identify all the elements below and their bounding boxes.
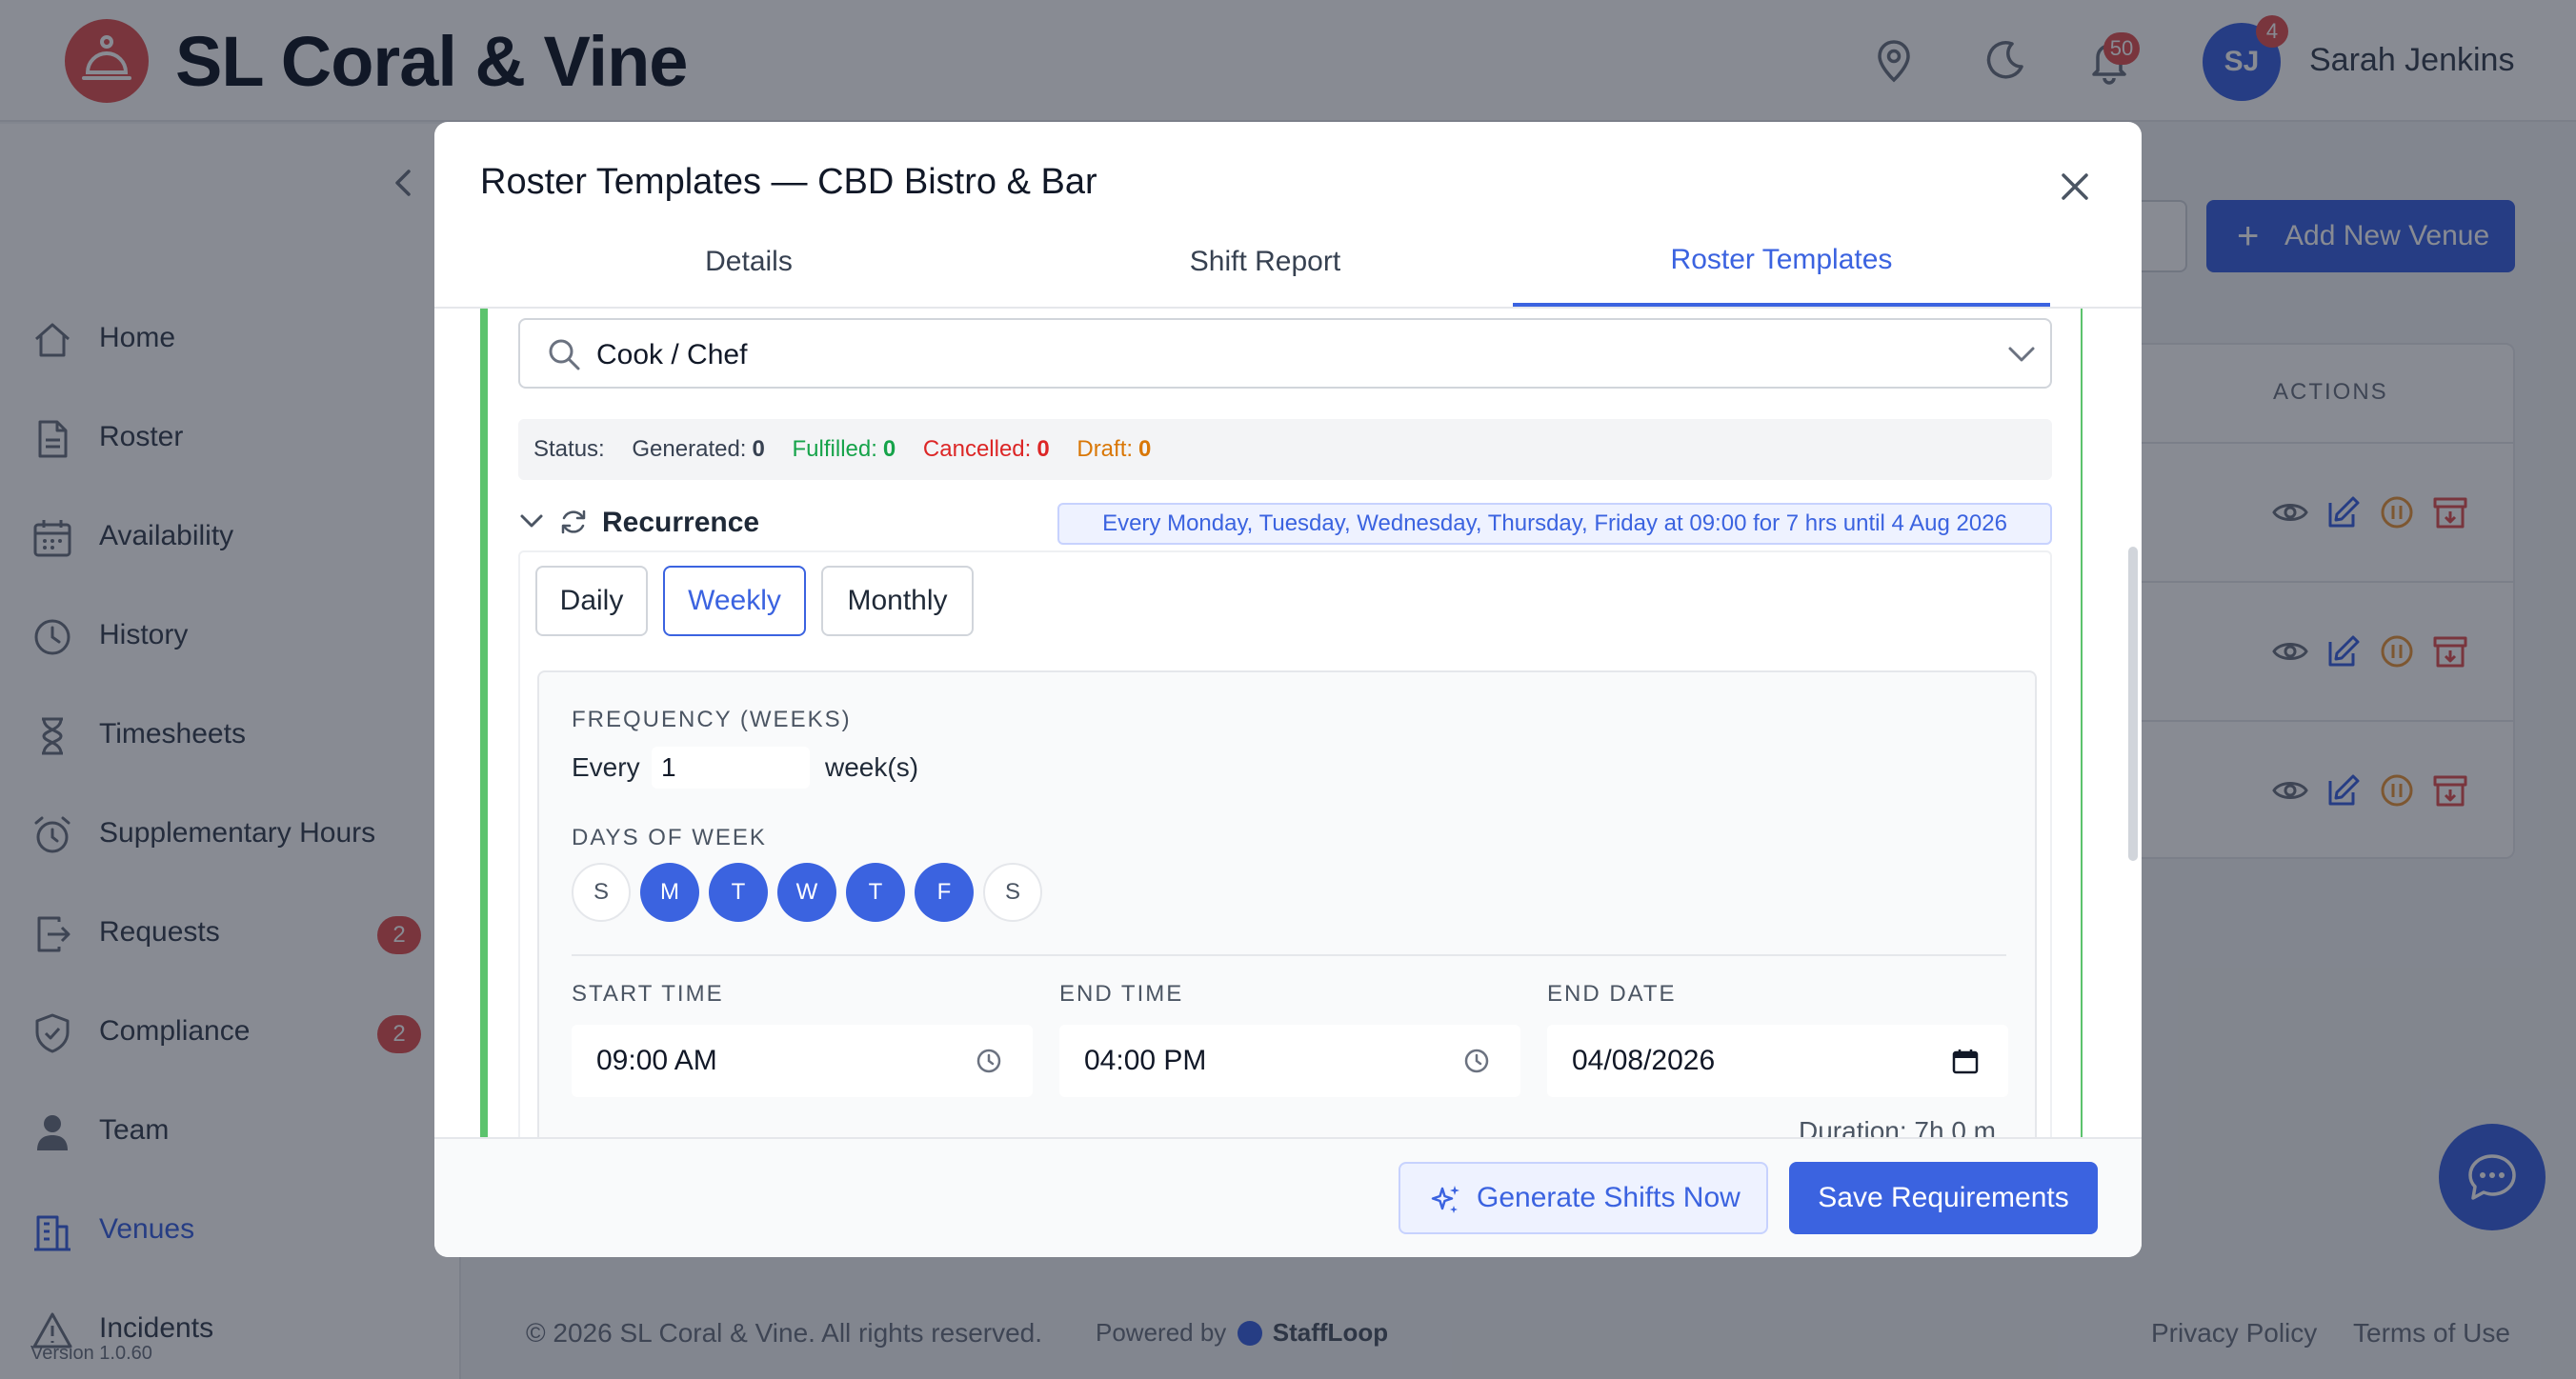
status-fulfilled-label: Fulfilled:: [792, 436, 877, 462]
calendar-icon[interactable]: [1951, 1048, 1980, 1074]
day-toggle-friday[interactable]: F: [915, 863, 974, 922]
day-toggle-saturday[interactable]: S: [983, 863, 1042, 922]
modal-tabs: Details Shift Report Roster Templates: [434, 122, 2142, 309]
section-divider: [572, 954, 2006, 956]
chevron-down-icon[interactable]: [518, 510, 545, 531]
role-select[interactable]: Cook / Chef: [518, 318, 2052, 389]
generate-shifts-label: Generate Shifts Now: [1477, 1182, 1741, 1213]
daily-option-button[interactable]: Daily: [535, 566, 648, 636]
day-toggle-wednesday[interactable]: W: [777, 863, 836, 922]
tab-details[interactable]: Details: [480, 246, 1017, 278]
end-date-value: 04/08/2026: [1572, 1045, 1716, 1076]
end-time-value: 04:00 PM: [1084, 1045, 1207, 1076]
every-label: Every: [572, 752, 640, 782]
roster-templates-modal: Roster Templates — CBD Bistro & Bar Deta…: [434, 122, 2142, 1257]
duration-text: Duration: 7h 0 m: [1799, 1116, 1996, 1137]
day-toggle-thursday[interactable]: T: [846, 863, 905, 922]
tab-shift-report[interactable]: Shift Report: [996, 246, 1534, 278]
end-date-input[interactable]: 04/08/2026: [1547, 1025, 2008, 1097]
role-select-value: Cook / Chef: [596, 339, 748, 370]
generate-shifts-button[interactable]: Generate Shifts Now: [1399, 1162, 1768, 1234]
save-requirements-button[interactable]: Save Requirements: [1789, 1162, 2098, 1234]
end-time-label: END TIME: [1059, 981, 1184, 1007]
status-draft: Draft: 0: [1077, 436, 1151, 462]
recurrence-summary: Every Monday, Tuesday, Wednesday, Thursd…: [1057, 503, 2052, 545]
active-tab-indicator: [1513, 303, 2050, 307]
monthly-option-button[interactable]: Monthly: [821, 566, 974, 636]
sparkles-icon: [1431, 1186, 1459, 1213]
chevron-down-icon: [2008, 347, 2035, 362]
day-toggle-monday[interactable]: M: [640, 863, 699, 922]
search-icon: [549, 339, 580, 370]
weekly-option-button[interactable]: Weekly: [663, 566, 806, 636]
end-date-label: END DATE: [1547, 981, 1677, 1007]
start-time-input[interactable]: 09:00 AM: [572, 1025, 1033, 1097]
status-bar: Status: Generated: 0 Fulfilled: 0 Cancelle…: [518, 419, 2052, 480]
day-toggle-tuesday[interactable]: T: [709, 863, 768, 922]
day-toggle-sunday[interactable]: S: [572, 863, 631, 922]
status-cancelled: Cancelled: 0: [923, 436, 1050, 462]
status-cancelled-value: 0: [1036, 436, 1050, 462]
status-generated-value: 0: [752, 436, 765, 462]
clock-icon[interactable]: [1463, 1048, 1490, 1074]
days-of-week-label: DAYS OF WEEK: [572, 825, 767, 850]
status-generated: Generated: 0: [632, 436, 764, 462]
status-fulfilled-value: 0: [882, 436, 896, 462]
status-generated-label: Generated:: [632, 436, 747, 462]
start-time-value: 09:00 AM: [596, 1045, 717, 1076]
weeks-label: week(s): [825, 752, 919, 782]
status-draft-label: Draft:: [1077, 436, 1134, 462]
frequency-label: FREQUENCY (WEEKS): [572, 707, 852, 732]
status-draft-value: 0: [1138, 436, 1152, 462]
modal-footer: Generate Shifts Now Save Requirements: [434, 1137, 2142, 1257]
weekly-settings: FREQUENCY (WEEKS) Every 1 week(s) DAYS O…: [537, 670, 2037, 1137]
scrollbar[interactable]: [2128, 547, 2138, 861]
recurrence-header[interactable]: Recurrence Every Monday, Tuesday, Wednes…: [518, 497, 2052, 549]
status-label: Status:: [533, 436, 605, 462]
recurrence-label: Recurrence: [602, 507, 760, 538]
start-time-label: START TIME: [572, 981, 724, 1007]
frequency-input[interactable]: 1: [652, 747, 810, 789]
status-fulfilled: Fulfilled: 0: [793, 436, 896, 462]
refresh-icon: [561, 510, 586, 534]
tab-roster-templates[interactable]: Roster Templates: [1513, 244, 2050, 276]
status-cancelled-label: Cancelled:: [922, 436, 1032, 462]
recurrence-panel: Daily Weekly Monthly FREQUENCY (WEEKS) E…: [518, 550, 2052, 1137]
clock-icon[interactable]: [976, 1048, 1002, 1074]
end-time-input[interactable]: 04:00 PM: [1059, 1025, 1520, 1097]
modal-body: Cook / Chef Status: Generated: 0 Fulfille…: [434, 309, 2142, 1137]
